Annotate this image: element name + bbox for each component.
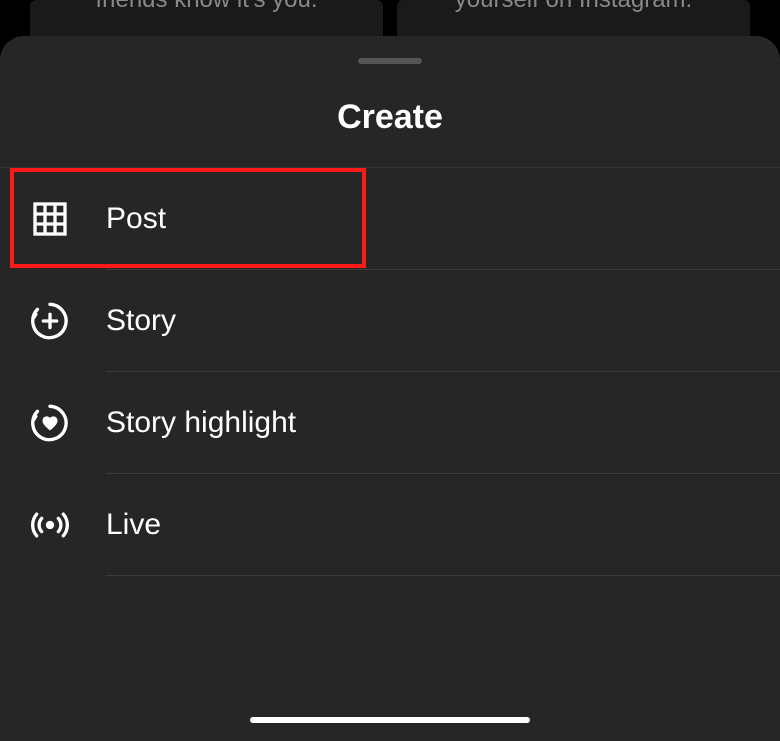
backdrop-text-left: friends know it's you. (95, 0, 317, 13)
menu-item-post[interactable]: Post (0, 168, 780, 270)
live-icon (28, 503, 72, 547)
menu-item-story-highlight[interactable]: Story highlight (0, 372, 780, 474)
backdrop-card-left: friends know it's you. (30, 0, 383, 40)
menu-item-live[interactable]: Live (0, 474, 780, 576)
story-heart-icon (28, 401, 72, 445)
create-menu: Post Story (0, 168, 780, 576)
backdrop-card-right: yourself on Instagram. (397, 0, 750, 40)
create-sheet: Create Post (0, 36, 780, 741)
divider (106, 575, 780, 576)
story-plus-icon (28, 299, 72, 343)
backdrop-cards: friends know it's you. yourself on Insta… (0, 0, 780, 40)
home-indicator[interactable] (250, 717, 530, 723)
menu-item-label: Live (106, 508, 161, 542)
menu-item-story[interactable]: Story (0, 270, 780, 372)
menu-item-label: Post (106, 202, 166, 236)
menu-item-label: Story highlight (106, 406, 296, 440)
backdrop-text-right: yourself on Instagram. (455, 0, 692, 13)
menu-item-label: Story (106, 304, 176, 338)
grid-icon (28, 197, 72, 241)
sheet-title: Create (0, 64, 780, 168)
